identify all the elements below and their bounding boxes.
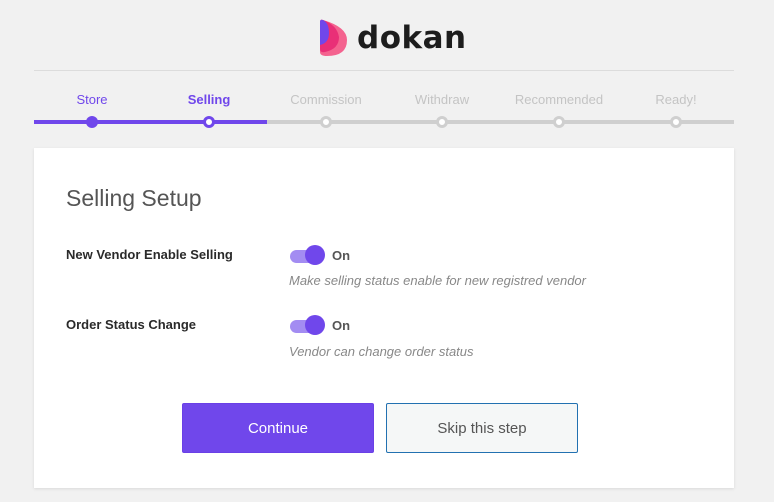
order-status-change-state: On xyxy=(332,318,351,333)
logo-text: dokan xyxy=(357,20,467,56)
new-vendor-enable-selling-state: On xyxy=(332,248,351,263)
setup-steps: Store Selling Commission Withdraw Recomm… xyxy=(34,86,734,128)
dokan-logo[interactable]: dokan xyxy=(317,18,467,58)
new-vendor-enable-selling-hint: Make selling status enable for new regis… xyxy=(289,273,586,288)
toggle-knob xyxy=(305,315,325,335)
skip-step-button[interactable]: Skip this step xyxy=(386,403,578,453)
progress-track-fill xyxy=(34,120,267,124)
step-recommended-label: Recommended xyxy=(514,92,604,107)
step-commission-dot xyxy=(320,116,332,128)
toggle-knob xyxy=(305,245,325,265)
new-vendor-enable-selling-label: New Vendor Enable Selling xyxy=(66,247,233,262)
selling-setup-card: Selling Setup New Vendor Enable Selling … xyxy=(34,148,734,488)
step-selling-label[interactable]: Selling xyxy=(188,92,231,107)
order-status-change-label: Order Status Change xyxy=(66,317,197,332)
step-withdraw-dot xyxy=(436,116,448,128)
header: dokan xyxy=(34,0,734,71)
continue-button[interactable]: Continue xyxy=(182,403,374,453)
step-store-dot xyxy=(86,116,98,128)
step-ready-dot xyxy=(670,116,682,128)
order-status-change-hint: Vendor can change order status xyxy=(289,344,474,359)
step-ready-label: Ready! xyxy=(655,92,697,107)
step-commission-label: Commission xyxy=(290,92,362,107)
order-status-change-toggle[interactable] xyxy=(290,314,326,336)
dokan-logo-icon xyxy=(320,19,347,56)
step-selling-dot xyxy=(203,116,215,128)
new-vendor-enable-selling-toggle[interactable] xyxy=(290,244,326,266)
step-recommended-dot xyxy=(553,116,565,128)
page-title: Selling Setup xyxy=(66,185,202,211)
step-withdraw-label: Withdraw xyxy=(414,92,470,107)
step-store-label[interactable]: Store xyxy=(76,92,107,107)
